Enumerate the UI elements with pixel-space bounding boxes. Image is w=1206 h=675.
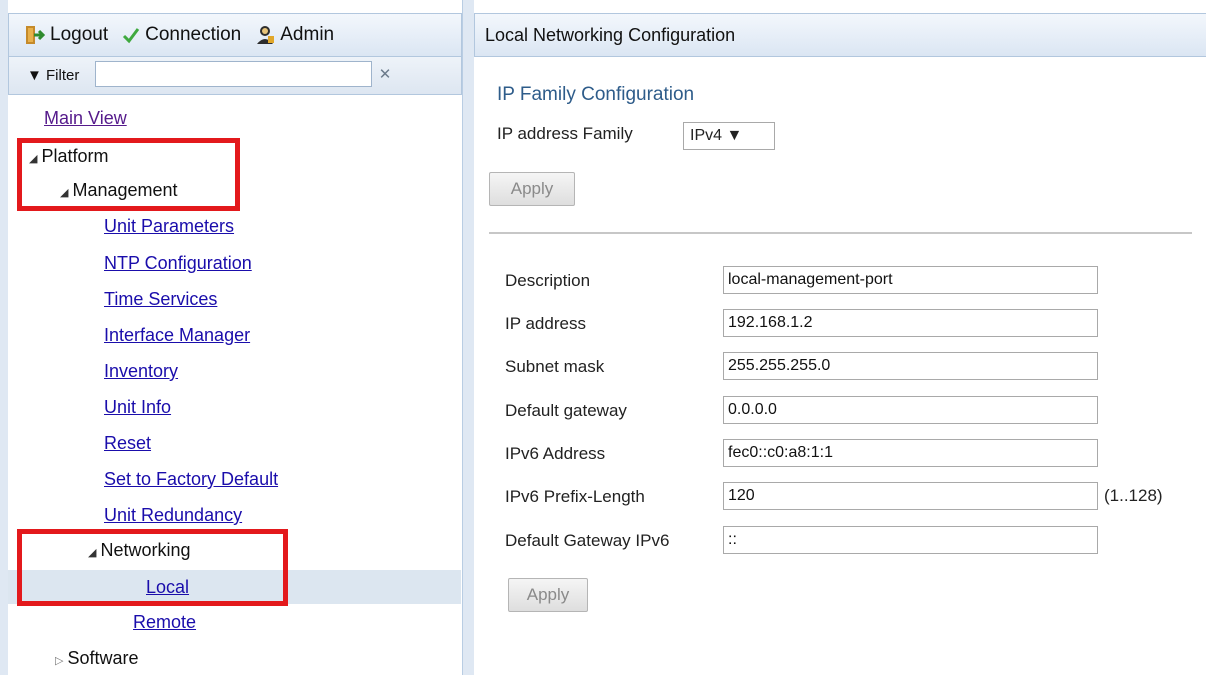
subnet-mask-field[interactable]: 255.255.255.0 <box>723 352 1098 380</box>
close-icon[interactable]: ✕ <box>373 61 397 87</box>
ip-family-label: IP address Family <box>497 124 633 143</box>
collapsed-triangle-icon: ▷ <box>55 655 64 667</box>
tree-item-ntp-configuration[interactable]: NTP Configuration <box>104 251 252 275</box>
panel-edge <box>0 0 8 675</box>
logout-button[interactable]: Logout <box>25 24 108 46</box>
logout-icon <box>26 26 45 44</box>
ipv6-address-field[interactable]: fec0::c0:a8:1:1 <box>723 439 1098 467</box>
tree-item-reset[interactable]: Reset <box>104 431 151 455</box>
panel-splitter[interactable] <box>463 0 474 675</box>
tree-item-main-view[interactable]: Main View <box>44 106 127 130</box>
annotation-highlight-box <box>17 529 288 606</box>
default-gateway-ipv6-field[interactable]: :: <box>723 526 1098 554</box>
admin-user-icon <box>257 26 275 44</box>
ip-address-label: IP address <box>505 314 586 333</box>
description-label: Description <box>505 271 591 290</box>
ip-family-select[interactable]: IPv4 ▼ <box>683 122 775 150</box>
divider <box>489 232 1192 234</box>
tree-item-interface-manager[interactable]: Interface Manager <box>104 323 250 347</box>
apply-config-button[interactable]: Apply <box>508 578 588 612</box>
tree-item-set-to-factory-default[interactable]: Set to Factory Default <box>104 467 278 491</box>
prefix-range-hint: (1..128) <box>1104 486 1163 505</box>
default-gateway-ipv6-label: Default Gateway IPv6 <box>505 531 670 550</box>
connection-button[interactable]: Connection <box>122 24 241 46</box>
checkmark-icon <box>123 28 140 44</box>
ipv6-address-label: IPv6 Address <box>505 444 606 463</box>
description-field[interactable]: local-management-port <box>723 266 1098 294</box>
subnet-mask-label: Subnet mask <box>505 357 605 376</box>
tree-item-software[interactable]: ▷ Software <box>55 646 139 673</box>
admin-label: Admin <box>280 24 335 45</box>
tree-item-unit-redundancy[interactable]: Unit Redundancy <box>104 503 242 527</box>
tree-item-unit-info[interactable]: Unit Info <box>104 395 171 419</box>
logout-label: Logout <box>50 24 109 45</box>
section-title: IP Family Configuration <box>497 84 695 105</box>
tree-item-time-services[interactable]: Time Services <box>104 287 217 311</box>
default-gateway-field[interactable]: 0.0.0.0 <box>723 396 1098 424</box>
filter-input[interactable] <box>95 61 372 87</box>
top-toolbar: Logout Connection Admin <box>8 13 462 57</box>
apply-family-button[interactable]: Apply <box>489 172 575 206</box>
tree-label-software: Software <box>67 648 139 668</box>
page-title: Local Networking Configuration <box>474 13 1206 57</box>
connection-label: Connection <box>145 24 242 45</box>
tree-item-remote[interactable]: Remote <box>133 610 196 634</box>
admin-button[interactable]: Admin <box>255 24 334 46</box>
ipv6-prefix-length-field[interactable]: 120 <box>723 482 1098 510</box>
ip-address-field[interactable]: 192.168.1.2 <box>723 309 1098 337</box>
annotation-highlight-box <box>17 138 240 211</box>
tree-item-inventory[interactable]: Inventory <box>104 359 178 383</box>
filter-bar: ▼ Filter ✕ <box>8 57 462 95</box>
default-gateway-label: Default gateway <box>505 401 627 420</box>
tree-item-unit-parameters[interactable]: Unit Parameters <box>104 214 234 238</box>
filter-toggle[interactable]: ▼ Filter <box>27 67 79 84</box>
ipv6-prefix-length-label: IPv6 Prefix-Length <box>505 487 645 506</box>
